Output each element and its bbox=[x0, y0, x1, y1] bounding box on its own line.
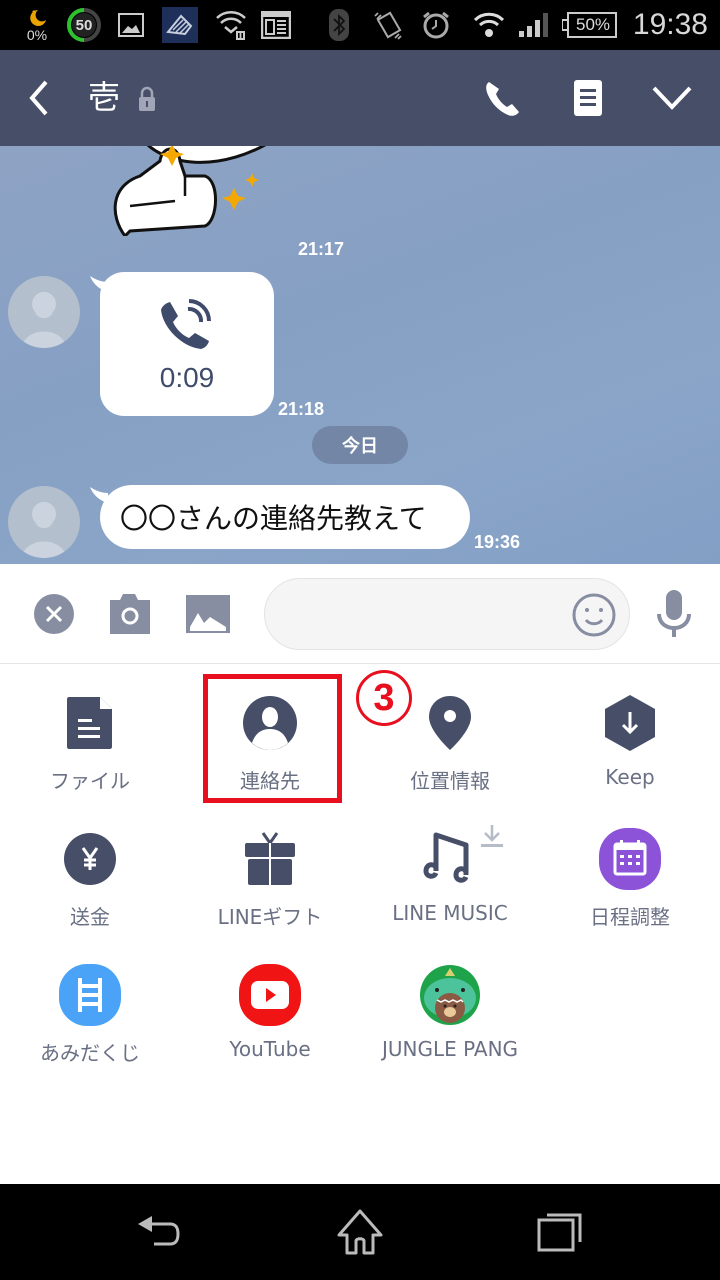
mic-icon bbox=[657, 590, 691, 637]
nav-recents-button[interactable] bbox=[530, 1204, 590, 1260]
camera-button[interactable] bbox=[106, 590, 154, 638]
menu-item-line-music[interactable]: LINE MUSIC bbox=[360, 801, 540, 931]
thumbs-up-sticker bbox=[113, 146, 267, 239]
home-icon bbox=[337, 1209, 383, 1255]
message-text-field[interactable] bbox=[285, 579, 565, 649]
message-time: 19:36 bbox=[474, 532, 521, 552]
message-time: 21:18 bbox=[278, 399, 325, 419]
chat-title[interactable]: 壱 bbox=[88, 72, 120, 118]
close-attachments-button[interactable] bbox=[30, 590, 78, 638]
menu-item-youtube[interactable]: YouTube bbox=[180, 937, 360, 1067]
menu-item-label: ファイル bbox=[50, 769, 130, 793]
data-counter-icon: 50 bbox=[64, 0, 104, 50]
file-icon bbox=[67, 697, 112, 749]
default-user-icon bbox=[22, 292, 66, 348]
menu-item-transfer[interactable]: 送金 bbox=[0, 801, 180, 931]
message-text: 〇〇さんの連絡先教えて bbox=[120, 502, 427, 535]
recents-icon bbox=[537, 1213, 582, 1252]
notes-icon bbox=[574, 80, 602, 116]
signal-icon bbox=[518, 0, 550, 50]
yen-icon bbox=[64, 833, 116, 885]
phone-icon bbox=[486, 82, 519, 116]
emoji-button[interactable] bbox=[571, 592, 617, 638]
date-separator: 今日 bbox=[312, 426, 408, 464]
music-note-icon bbox=[423, 832, 469, 883]
image-icon bbox=[186, 595, 230, 633]
menu-item-file[interactable]: ファイル bbox=[0, 665, 180, 795]
sticker-message[interactable] bbox=[100, 146, 290, 239]
status-bar: 0% 50 50% 19:38 bbox=[0, 0, 720, 50]
battery-saver-indicator: 0% bbox=[20, 0, 54, 50]
battery-percent: 50% bbox=[575, 15, 611, 34]
vibrate-icon bbox=[372, 0, 404, 50]
ladder-icon bbox=[59, 964, 121, 1026]
menu-item-label: LINEギフト bbox=[217, 905, 323, 929]
camera-icon bbox=[110, 594, 150, 634]
system-nav-bar bbox=[0, 1184, 720, 1280]
chevron-left-icon bbox=[29, 80, 48, 116]
gift-icon bbox=[245, 832, 295, 885]
menu-item-label: JUNGLE PANG bbox=[381, 1037, 519, 1061]
menu-item-label: Keep bbox=[605, 765, 655, 789]
battery-saver-label: 0% bbox=[26, 27, 48, 43]
youtube-icon bbox=[239, 964, 301, 1026]
moon-icon bbox=[30, 10, 46, 26]
notes-button[interactable] bbox=[564, 74, 612, 122]
call-button[interactable] bbox=[479, 74, 527, 122]
nav-home-button[interactable] bbox=[330, 1204, 390, 1260]
lock-icon bbox=[138, 86, 156, 116]
menu-item-schedule[interactable]: 日程調整 bbox=[540, 801, 720, 931]
attachment-menu: ファイル 連絡先 位置情報 Keep 送金 LINEギフト LINE MUSIC… bbox=[0, 665, 720, 1185]
news-icon bbox=[260, 0, 292, 50]
message-time: 21:17 bbox=[298, 239, 345, 259]
smiley-icon bbox=[572, 593, 616, 637]
menu-item-jungle-pang[interactable]: JUNGLE PANG bbox=[360, 937, 540, 1067]
voice-input-button[interactable] bbox=[650, 590, 698, 638]
text-message-bubble[interactable]: 〇〇さんの連絡先教えて bbox=[100, 485, 470, 549]
download-icon bbox=[481, 825, 503, 847]
message-input[interactable] bbox=[264, 578, 630, 650]
step-number-annotation: 3 bbox=[356, 670, 412, 726]
chat-header: 壱 bbox=[0, 50, 720, 146]
menu-item-label: LINE MUSIC bbox=[392, 901, 508, 925]
battery-icon: 50% bbox=[560, 0, 620, 50]
menu-item-line-gift[interactable]: LINEギフト bbox=[180, 801, 360, 931]
call-duration: 0:09 bbox=[159, 362, 215, 393]
avatar[interactable] bbox=[8, 276, 80, 348]
highlight-box bbox=[203, 674, 342, 803]
jungle-pang-icon bbox=[420, 965, 480, 1025]
menu-item-label: 日程調整 bbox=[590, 905, 670, 929]
menu-item-label: YouTube bbox=[229, 1037, 311, 1061]
alarm-icon bbox=[420, 0, 452, 50]
default-user-icon bbox=[22, 502, 66, 558]
image-icon bbox=[116, 0, 146, 50]
menu-item-amidakuji[interactable]: あみだくじ bbox=[0, 937, 180, 1067]
gallery-button[interactable] bbox=[184, 590, 232, 638]
avatar[interactable] bbox=[8, 486, 80, 558]
wifi-paused-icon bbox=[211, 0, 251, 50]
chat-area[interactable]: 21:17 0:09 21:18 今日 〇〇さんの連絡先教えて 19:36 bbox=[0, 146, 720, 564]
chevron-down-icon bbox=[652, 86, 692, 110]
keep-icon bbox=[605, 695, 655, 751]
close-circle-icon bbox=[34, 594, 74, 634]
menu-item-label: あみだくじ bbox=[40, 1041, 140, 1065]
call-message-bubble[interactable]: 0:09 bbox=[100, 272, 274, 416]
menu-toggle-button[interactable] bbox=[648, 74, 696, 122]
back-icon bbox=[138, 1216, 180, 1246]
location-pin-icon bbox=[429, 696, 471, 750]
menu-item-keep[interactable]: Keep bbox=[540, 665, 720, 795]
calendar-icon bbox=[599, 828, 661, 890]
call-icon bbox=[161, 299, 211, 349]
menu-item-label: 位置情報 bbox=[410, 769, 490, 793]
bluetooth-icon bbox=[326, 0, 352, 50]
menu-item-label: 送金 bbox=[70, 905, 110, 929]
message-input-bar bbox=[0, 564, 720, 664]
wifi-icon bbox=[472, 0, 506, 50]
nav-back-button[interactable] bbox=[130, 1204, 190, 1260]
app-notification-icon bbox=[161, 0, 199, 50]
clock: 19:38 bbox=[632, 8, 708, 41]
back-button[interactable] bbox=[22, 78, 62, 118]
